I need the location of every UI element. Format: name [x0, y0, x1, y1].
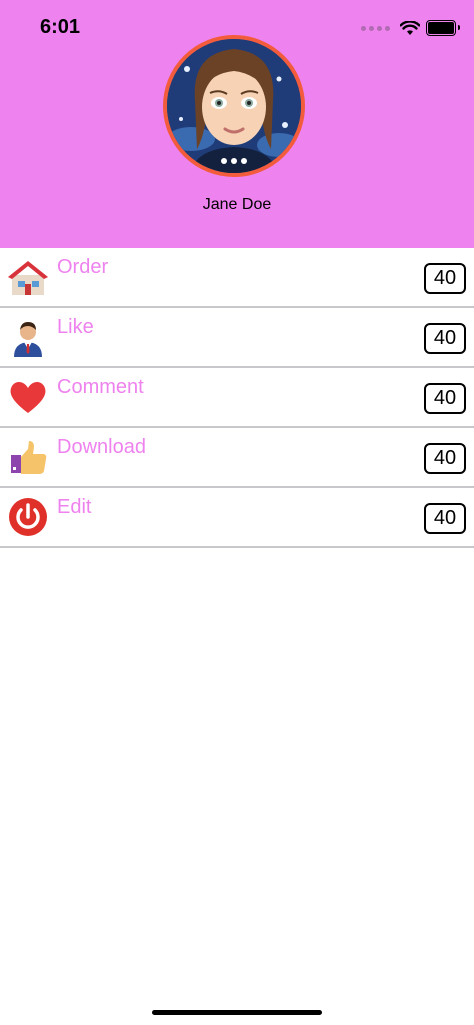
person-icon: [14, 322, 42, 357]
menu-item-label: Comment: [57, 376, 144, 398]
thumbs-up-icon: [11, 441, 47, 474]
profile-avatar[interactable]: [163, 35, 305, 177]
cellular-dots-icon: [361, 25, 390, 31]
menu-item-count: 40: [424, 443, 466, 474]
status-time: 6:01: [40, 16, 81, 38]
menu-item-count: 40: [424, 323, 466, 354]
menu-item-label: Edit: [57, 496, 92, 518]
power-icon: [9, 498, 47, 536]
house-icon: [8, 261, 48, 295]
menu-item-like[interactable]: Like 40: [0, 308, 474, 368]
menu-item-label: Order: [57, 256, 109, 278]
heart-icon: [10, 382, 46, 413]
menu-item-label: Download: [57, 436, 146, 458]
menu-item-edit[interactable]: Edit 40: [0, 488, 474, 548]
profile-header: 6:01 Jane Doe: [0, 0, 474, 248]
menu-item-count: 40: [424, 263, 466, 294]
battery-icon: [426, 20, 460, 36]
menu-item-count: 40: [424, 503, 466, 534]
menu-item-order[interactable]: Order 40: [0, 248, 474, 308]
cartoon-woman-avatar: [167, 39, 301, 173]
menu-item-count: 40: [424, 383, 466, 414]
menu-list: Order 40 Like 40 Comment 40 Download 40 …: [0, 248, 474, 548]
menu-item-comment[interactable]: Comment 40: [0, 368, 474, 428]
wifi-icon: [400, 20, 420, 35]
home-indicator[interactable]: [152, 1010, 322, 1015]
profile-name: Jane Doe: [202, 196, 272, 213]
status-icons: [361, 18, 460, 38]
menu-item-label: Like: [57, 316, 94, 338]
menu-item-download[interactable]: Download 40: [0, 428, 474, 488]
profile-screen: 6:01 Jane Doe Order 40 Like 40 Comment 4…: [0, 0, 474, 1025]
